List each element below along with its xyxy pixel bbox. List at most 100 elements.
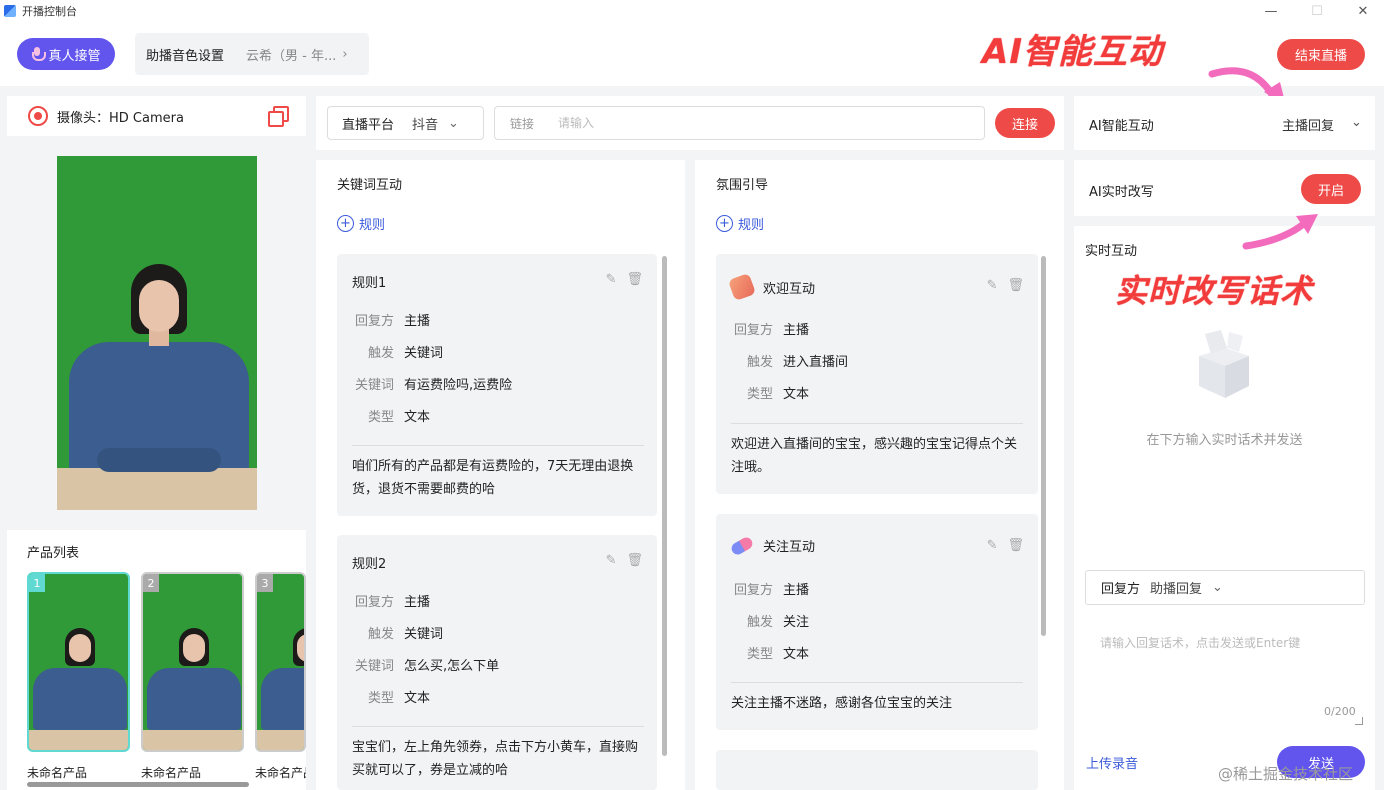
product-thumb-table	[143, 730, 242, 750]
field-value: 文本	[783, 387, 810, 402]
field-value: 进入直播间	[783, 355, 849, 370]
trash-icon[interactable]: 🗑	[1007, 278, 1024, 293]
field-key: 回复方	[354, 314, 394, 329]
atmosphere-rule-card[interactable]	[716, 750, 1038, 790]
voice-settings-label: 助播音色设置	[146, 48, 225, 64]
product-thumb-body	[33, 668, 127, 730]
product-list-title: 产品列表	[27, 546, 80, 561]
product-thumb-table	[29, 730, 128, 750]
ai-interaction-banner: AI智能互动	[982, 32, 1163, 72]
product-thumb-face	[183, 634, 205, 662]
field-key: 触发	[746, 615, 773, 630]
trash-icon[interactable]: 🗑	[1007, 538, 1024, 553]
product-number: 2	[143, 574, 159, 592]
field-key: 关键词	[354, 378, 394, 393]
presenter-arms	[97, 448, 221, 472]
rule-title: 规则2	[352, 557, 387, 572]
window-titlebar: 开播控制台 — ☐ ✕	[0, 0, 1384, 22]
atmosphere-guide-title: 氛围引导	[716, 178, 769, 193]
wave-hand-icon	[727, 272, 757, 302]
ai-interaction-mode: AI智能互动 主播回复 ⌄	[1074, 96, 1375, 150]
ai-rewrite-label: AI实时改写	[1089, 185, 1154, 200]
trash-icon[interactable]: 🗑	[626, 272, 643, 287]
resize-handle[interactable]	[1355, 717, 1363, 725]
field-key: 触发	[746, 355, 773, 370]
edit-icon[interactable]: ✎	[606, 272, 617, 287]
product-list-scrollbar[interactable]	[27, 782, 249, 787]
human-takeover-label: 真人接管	[48, 48, 101, 64]
enable-rewrite-button[interactable]: 开启	[1301, 174, 1361, 204]
atmosphere-scrollbar[interactable]	[1041, 256, 1046, 636]
field-key: 类型	[367, 691, 394, 706]
camera-header: 摄像头：HD Camera	[7, 96, 306, 136]
maximize-button[interactable]: ☐	[1294, 0, 1340, 22]
edit-icon[interactable]: ✎	[987, 278, 998, 293]
field-key: 触发	[367, 346, 394, 361]
field-value: 主播	[783, 583, 810, 598]
keyword-rule-card[interactable]: 规则1 ✎ 🗑 回复方 主播 触发 关键词 关键词 有运费险吗,运费险 类型 文本 咱们所…	[337, 254, 657, 516]
product-card[interactable]: 3	[255, 572, 306, 752]
reply-party-value: 助播回复	[1150, 582, 1203, 597]
human-takeover-button[interactable]: 真人接管	[17, 38, 115, 70]
field-value: 文本	[783, 647, 810, 662]
product-name: 未命名产品	[255, 766, 306, 780]
add-keyword-rule-button[interactable]: + 规则	[337, 214, 385, 233]
voice-settings-select[interactable]: 助播音色设置 云希（男 - 年... ›	[135, 33, 369, 75]
add-atmosphere-rule-button[interactable]: + 规则	[716, 214, 764, 233]
plus-circle-icon: +	[716, 215, 733, 232]
copy-icon[interactable]	[268, 106, 289, 127]
add-rule-label: 规则	[738, 218, 765, 233]
product-card[interactable]: 1	[27, 572, 130, 752]
trash-icon[interactable]: 🗑	[626, 553, 643, 568]
rule-reply-text: 宝宝们，左上角先领券，点击下方小黄车，直接购买就可以了，券是立减的哈	[352, 740, 639, 778]
end-live-button[interactable]: 结束直播	[1277, 39, 1365, 70]
connect-button[interactable]: 连接	[995, 108, 1055, 138]
rule-reply-text: 欢迎进入直播间的宝宝，感兴趣的宝宝记得点个关注哦。	[731, 437, 1018, 475]
reply-text-input[interactable]: 请输入回复话术，点击发送或Enter键	[1100, 634, 1358, 651]
keyword-scrollbar[interactable]	[662, 256, 667, 756]
pink-arrow-icon	[1242, 214, 1318, 250]
minimize-button[interactable]: —	[1248, 0, 1294, 22]
link-input[interactable]	[558, 116, 939, 130]
edit-icon[interactable]: ✎	[987, 538, 998, 553]
platform-label: 直播平台	[342, 117, 395, 133]
window-title: 开播控制台	[22, 5, 77, 18]
product-thumb-face	[69, 634, 91, 662]
chevron-down-icon[interactable]: ⌄	[1351, 115, 1362, 130]
ai-mode-value[interactable]: 主播回复	[1282, 115, 1334, 134]
atmosphere-rule-card[interactable]: 关注互动 ✎ 🗑 回复方 主播 触发 关注 类型 文本 关注主播不迷路，感谢各位宝宝的关…	[716, 514, 1038, 730]
plus-circle-icon: +	[337, 215, 354, 232]
close-window-button[interactable]: ✕	[1340, 0, 1384, 22]
rule-reply-text: 咱们所有的产品都是有运费险的，7天无理由退换货，退货不需要邮费的哈	[352, 459, 634, 497]
field-value: 主播	[404, 595, 431, 610]
field-key: 回复方	[354, 595, 394, 610]
ai-interaction-label: AI智能互动	[1089, 119, 1154, 134]
presenter-face	[139, 280, 179, 332]
product-name: 未命名产品	[141, 766, 202, 780]
product-name: 未命名产品	[27, 766, 88, 780]
upload-recording-link[interactable]: 上传录音	[1086, 753, 1138, 772]
rule-title-row: 关注互动	[729, 534, 816, 557]
divider	[731, 682, 1023, 683]
keyword-interaction-title: 关键词互动	[337, 178, 403, 193]
record-icon[interactable]	[28, 106, 48, 126]
chevron-down-icon: ⌄	[1212, 580, 1223, 595]
chevron-right-icon: ›	[342, 46, 348, 62]
product-card[interactable]: 2	[141, 572, 244, 752]
edit-icon[interactable]: ✎	[606, 553, 617, 568]
live-interaction-label: 实时互动	[1085, 244, 1138, 259]
voice-settings-value: 云希（男 - 年...	[246, 48, 337, 64]
field-key: 类型	[367, 410, 394, 425]
field-value: 有运费险吗,运费险	[404, 378, 513, 393]
microphone-icon	[31, 47, 47, 61]
divider	[731, 423, 1023, 424]
reply-party-select[interactable]: 回复方 助播回复 ⌄	[1085, 570, 1365, 605]
keyword-rule-card[interactable]: 规则2 ✎ 🗑 回复方 主播 触发 关键词 关键词 怎么买,怎么下单 类型 文本 宝宝们，…	[337, 535, 657, 790]
add-rule-label: 规则	[359, 218, 386, 233]
platform-select[interactable]: 直播平台 抖音 ⌄	[327, 106, 484, 140]
rule-title: 关注互动	[763, 540, 816, 555]
link-label: 链接	[510, 116, 535, 131]
atmosphere-rule-card[interactable]: 欢迎互动 ✎ 🗑 回复方 主播 触发 进入直播间 类型 文本 欢迎进入直播间的宝宝，感兴…	[716, 254, 1038, 494]
camera-label: 摄像头：HD Camera	[57, 110, 184, 126]
platform-value: 抖音	[412, 117, 439, 133]
